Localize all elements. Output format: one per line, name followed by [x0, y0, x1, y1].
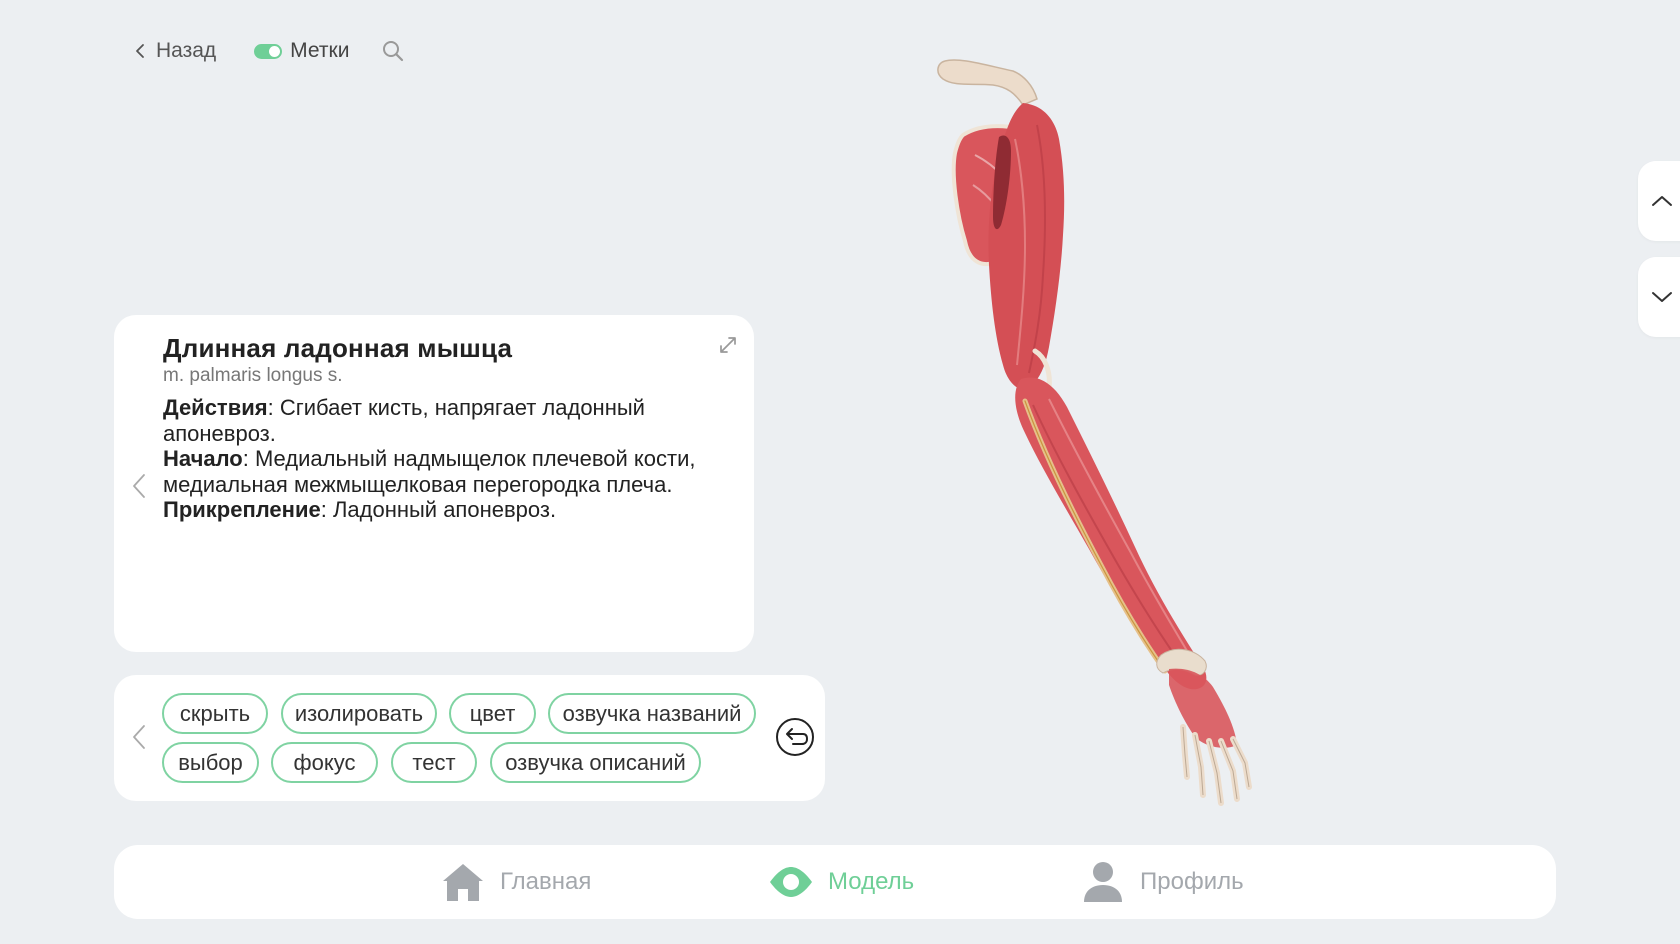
nav-model[interactable]: Модель — [768, 862, 914, 902]
top-bar: Назад Метки — [134, 36, 405, 66]
clavicle-bone — [937, 59, 1038, 106]
back-label: Назад — [156, 39, 217, 62]
chevron-left-icon[interactable] — [130, 472, 148, 500]
bottom-navigation: Главная Модель Профиль — [114, 845, 1556, 919]
expand-icon[interactable] — [718, 335, 738, 355]
test-button[interactable]: тест — [391, 742, 477, 783]
hand-muscles — [1169, 668, 1237, 748]
muscle-latin-name: m. palmaris longus s. — [163, 365, 343, 386]
origin-label: Начало — [163, 446, 243, 471]
nav-model-label: Модель — [828, 868, 915, 895]
nav-home-label: Главная — [500, 868, 592, 895]
color-button[interactable]: цвет — [449, 693, 536, 734]
arm-muscle-model[interactable] — [925, 55, 1395, 845]
actions-line: Действия: Сгибает кисть, напрягает ладон… — [163, 395, 723, 446]
muscle-info-card: Длинная ладонная мышца m. palmaris longu… — [114, 315, 754, 652]
search-icon[interactable] — [381, 39, 405, 63]
chevron-left-icon[interactable] — [130, 723, 148, 751]
nav-profile[interactable]: Профиль — [1080, 862, 1244, 902]
toggle-switch[interactable] — [254, 43, 283, 59]
origin-line: Начало: Медиальный надмыщелок плечевой к… — [163, 446, 723, 497]
actions-panel: скрыть изолировать цвет озвучка названий… — [114, 675, 825, 801]
muscle-title: Длинная ладонная мышца — [163, 333, 513, 363]
scroll-down-button[interactable] — [1638, 257, 1680, 337]
voice-names-button[interactable]: озвучка названий — [548, 693, 756, 734]
insertion-label: Прикрепление — [163, 497, 321, 522]
nav-home[interactable]: Главная — [440, 862, 591, 902]
forearm-muscle — [1015, 377, 1207, 690]
nav-profile-label: Профиль — [1140, 868, 1244, 895]
voice-descriptions-button[interactable]: озвучка описаний — [490, 742, 701, 783]
undo-icon[interactable] — [775, 717, 815, 757]
app-screen: Назад Метки Длинная ладонная мышца m. pa… — [0, 0, 1680, 944]
chevron-left-icon — [136, 44, 144, 58]
origin-text: : Медиальный надмыщелок плечевой кости, … — [163, 446, 696, 497]
insertion-line: Прикрепление: Ладонный апоневроз. — [163, 497, 723, 523]
labels-toggle[interactable]: Метки — [254, 39, 349, 63]
back-button[interactable]: Назад — [134, 39, 216, 63]
focus-button[interactable]: фокус — [271, 742, 378, 783]
chevron-down-icon — [1652, 292, 1672, 302]
muscle-description: Действия: Сгибает кисть, напрягает ладон… — [163, 395, 723, 523]
eye-icon — [770, 867, 812, 897]
labels-label: Метки — [290, 39, 350, 62]
scroll-up-button[interactable] — [1638, 161, 1680, 241]
isolate-button[interactable]: изолировать — [281, 693, 437, 734]
insertion-text: : Ладонный апоневроз. — [320, 497, 557, 522]
home-icon — [443, 864, 483, 901]
user-icon — [1084, 862, 1122, 902]
select-button[interactable]: выбор — [162, 742, 259, 783]
chevron-up-icon — [1652, 196, 1672, 206]
actions-label: Действия — [163, 395, 268, 420]
hide-button[interactable]: скрыть — [162, 693, 268, 734]
